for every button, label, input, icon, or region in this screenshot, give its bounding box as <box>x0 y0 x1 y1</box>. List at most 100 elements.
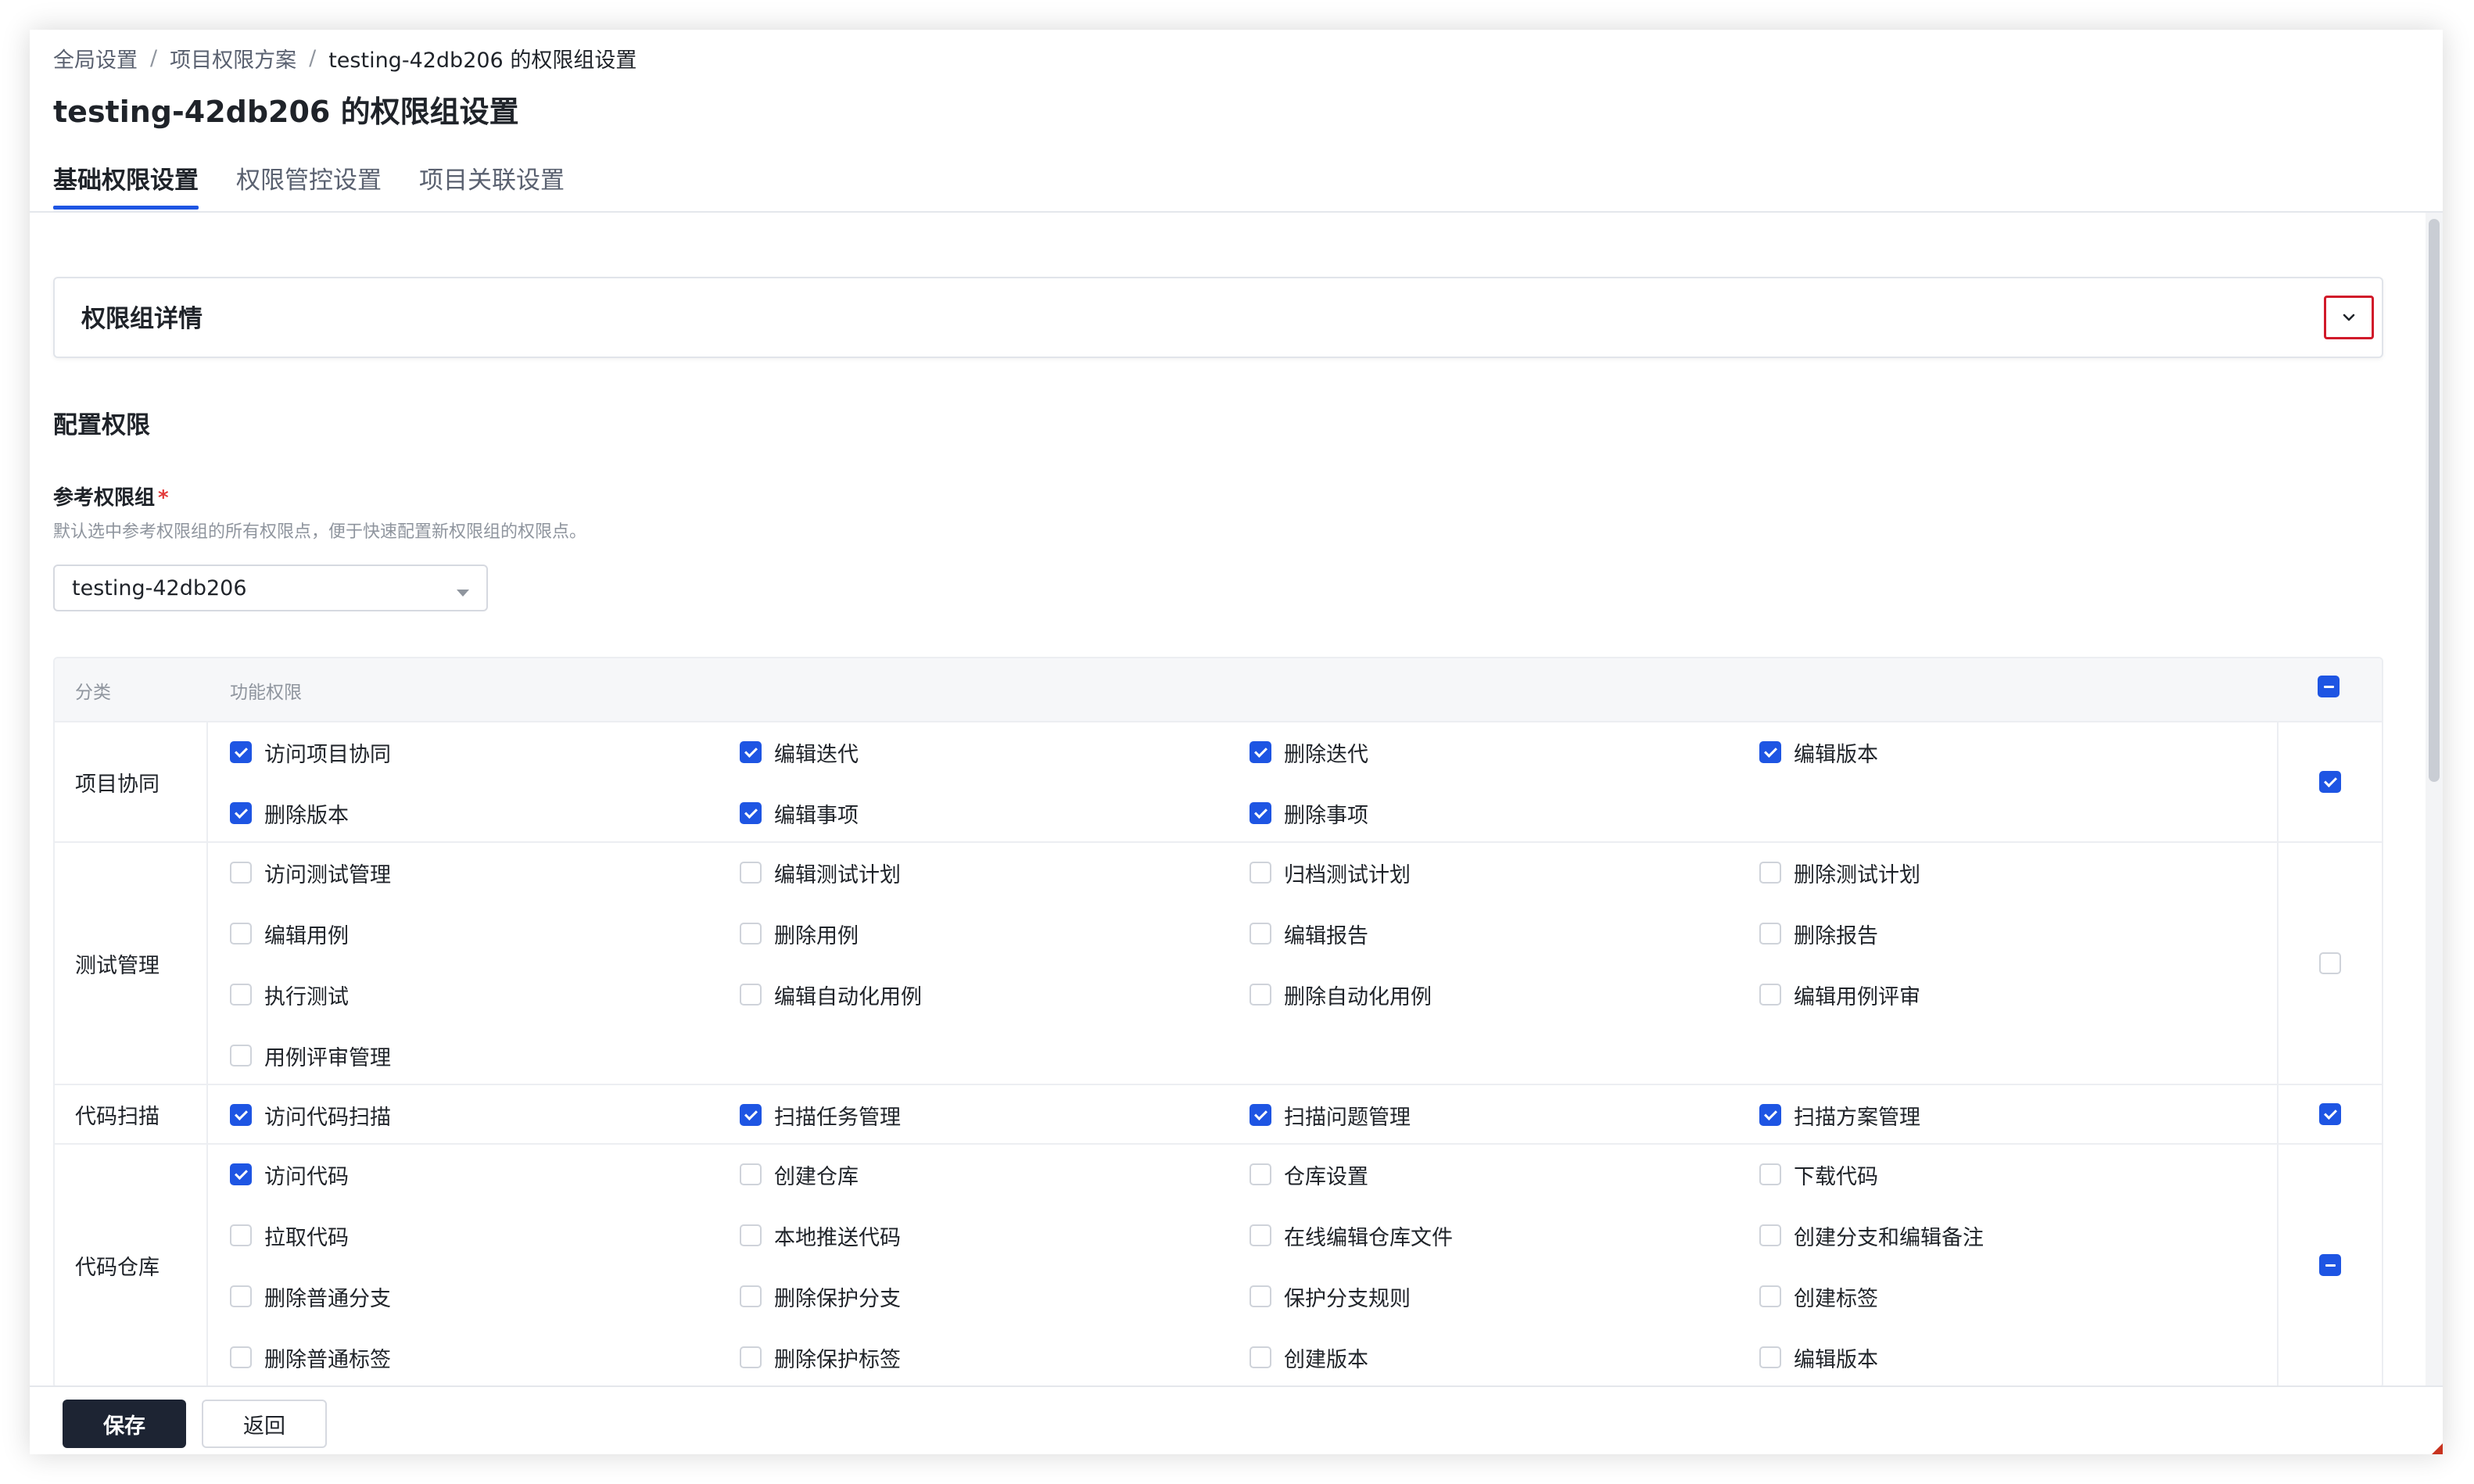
permission-checkbox[interactable]: 访问项目协同 <box>230 737 391 767</box>
checkbox-unchecked <box>230 1285 252 1307</box>
permission-label: 本地推送代码 <box>774 1225 901 1250</box>
permission-label: 删除普通分支 <box>264 1286 391 1311</box>
row-category: 测试管理 <box>55 843 208 1084</box>
checkbox-unchecked <box>230 923 252 945</box>
checkbox-checked <box>230 802 252 824</box>
permission-checkbox[interactable]: 访问代码扫描 <box>230 1100 391 1130</box>
permission-label: 访问代码扫描 <box>264 1105 391 1130</box>
permission-label: 编辑测试计划 <box>774 862 901 887</box>
permission-checkbox[interactable]: 执行测试 <box>230 980 349 1009</box>
permission-checkbox[interactable]: 删除保护标签 <box>740 1342 901 1372</box>
table-header: 分类 功能权限 <box>55 658 2382 722</box>
permission-checkbox[interactable]: 仓库设置 <box>1250 1160 1368 1189</box>
permission-checkbox[interactable]: 删除普通标签 <box>230 1342 391 1372</box>
table-row: 测试管理 访问测试管理 编辑测试计划 归档测试计划 删除测试计划编辑用例 删除用例 编辑报告… <box>55 843 2382 1085</box>
reference-group-value: testing-42db206 <box>72 576 247 600</box>
permission-checkbox[interactable]: 保护分支规则 <box>1250 1281 1411 1311</box>
tab-permission-control[interactable]: 权限管控设置 <box>236 161 382 210</box>
permission-checkbox[interactable]: 编辑迭代 <box>740 737 859 767</box>
permission-label: 创建仓库 <box>774 1164 859 1189</box>
permission-label: 仓库设置 <box>1284 1164 1368 1189</box>
checkbox-checked <box>1759 741 1781 763</box>
breadcrumb-current: testing-42db206 的权限组设置 <box>328 48 637 73</box>
row-category: 代码扫描 <box>55 1085 208 1143</box>
required-mark: * <box>158 486 169 510</box>
checkbox-checked <box>230 741 252 763</box>
permission-label: 扫描任务管理 <box>774 1105 901 1130</box>
permission-checkbox[interactable]: 访问代码 <box>230 1160 349 1189</box>
save-button[interactable]: 保存 <box>63 1400 186 1448</box>
permission-checkbox[interactable]: 用例评审管理 <box>230 1041 391 1070</box>
tab-project-association[interactable]: 项目关联设置 <box>419 161 565 210</box>
row-select-all-checkbox[interactable] <box>2277 1145 2382 1385</box>
permission-checkbox[interactable]: 归档测试计划 <box>1250 858 1411 887</box>
vertical-scrollbar[interactable] <box>2426 213 2443 1414</box>
permission-checkbox[interactable]: 创建标签 <box>1759 1281 1878 1311</box>
breadcrumb-global-settings[interactable]: 全局设置 <box>53 43 138 73</box>
permission-checkbox[interactable]: 创建版本 <box>1250 1342 1368 1372</box>
checkbox-unchecked <box>1759 1163 1781 1185</box>
select-all-checkbox[interactable] <box>2318 676 2340 697</box>
permission-checkbox[interactable]: 删除自动化用例 <box>1250 980 1432 1009</box>
permission-checkbox[interactable]: 编辑测试计划 <box>740 858 901 887</box>
permission-label: 扫描方案管理 <box>1794 1105 1920 1130</box>
permission-checkbox[interactable]: 编辑版本 <box>1759 1342 1878 1372</box>
permission-checkbox[interactable]: 删除测试计划 <box>1759 858 1920 887</box>
breadcrumb-separator: / <box>309 45 317 70</box>
checkbox-unchecked <box>740 1163 762 1185</box>
checkbox-unchecked <box>1250 862 1271 884</box>
permission-label: 创建标签 <box>1794 1286 1878 1311</box>
reference-group-label: 参考权限组 * <box>53 482 169 511</box>
permission-checkbox[interactable]: 扫描任务管理 <box>740 1100 901 1130</box>
permission-label: 在线编辑仓库文件 <box>1284 1225 1453 1250</box>
row-select-all-checkbox[interactable] <box>2277 1085 2382 1143</box>
permission-checkbox[interactable]: 编辑报告 <box>1250 919 1368 948</box>
checkbox-unchecked <box>740 1285 762 1307</box>
checkbox-unchecked <box>230 862 252 884</box>
permission-label: 编辑版本 <box>1794 1347 1878 1372</box>
permission-label: 保护分支规则 <box>1284 1286 1411 1311</box>
permission-checkbox[interactable]: 编辑用例评审 <box>1759 980 1920 1009</box>
scrollbar-thumb[interactable] <box>2429 219 2440 782</box>
permission-label: 拉取代码 <box>264 1225 349 1250</box>
permission-checkbox[interactable]: 编辑版本 <box>1759 737 1878 767</box>
permission-checkbox[interactable]: 删除版本 <box>230 798 349 828</box>
permission-label: 删除测试计划 <box>1794 862 1920 887</box>
expand-details-button[interactable] <box>2324 296 2374 339</box>
permission-checkbox[interactable]: 扫描问题管理 <box>1250 1100 1411 1130</box>
permission-checkbox[interactable]: 访问测试管理 <box>230 858 391 887</box>
checkbox-unchecked <box>230 984 252 1005</box>
permission-checkbox[interactable]: 扫描方案管理 <box>1759 1100 1920 1130</box>
column-header-category: 分类 <box>75 683 111 703</box>
permission-checkbox[interactable]: 本地推送代码 <box>740 1221 901 1250</box>
reference-group-select[interactable]: testing-42db206 <box>53 565 488 611</box>
permission-checkbox[interactable]: 删除普通分支 <box>230 1281 391 1311</box>
permission-checkbox[interactable]: 删除保护分支 <box>740 1281 901 1311</box>
permission-checkbox[interactable]: 删除报告 <box>1759 919 1878 948</box>
permission-checkbox[interactable]: 创建分支和编辑备注 <box>1759 1221 1984 1250</box>
back-button[interactable]: 返回 <box>202 1400 327 1448</box>
permission-checkbox[interactable]: 创建仓库 <box>740 1160 859 1189</box>
permission-checkbox[interactable]: 删除迭代 <box>1250 737 1368 767</box>
permission-label: 删除自动化用例 <box>1284 984 1432 1009</box>
permission-checkbox[interactable]: 删除事项 <box>1250 798 1368 828</box>
permission-checkbox[interactable]: 编辑用例 <box>230 919 349 948</box>
permission-checkbox[interactable]: 拉取代码 <box>230 1221 349 1250</box>
permission-checkbox[interactable]: 编辑自动化用例 <box>740 980 922 1009</box>
row-select-all-checkbox[interactable] <box>2277 843 2382 1084</box>
permission-checkbox[interactable]: 编辑事项 <box>740 798 859 828</box>
permission-checkbox[interactable]: 删除用例 <box>740 919 859 948</box>
row-select-all-checkbox[interactable] <box>2277 722 2382 841</box>
chevron-down-icon <box>2343 314 2355 321</box>
checkbox-unchecked <box>1250 1224 1271 1246</box>
permission-table: 分类 功能权限 项目协同 访问项目协同 编辑迭代 删除迭代 编辑版本 删除版本 编辑事项 删除… <box>53 657 2383 1389</box>
checkbox-unchecked <box>230 1045 252 1066</box>
breadcrumb-permission-schemes[interactable]: 项目权限方案 <box>170 43 296 73</box>
row-select-all-box <box>2319 1254 2341 1276</box>
permission-checkbox[interactable]: 在线编辑仓库文件 <box>1250 1221 1453 1250</box>
permission-label: 编辑版本 <box>1794 742 1878 767</box>
checkbox-unchecked <box>740 1346 762 1368</box>
checkbox-unchecked <box>1759 1346 1781 1368</box>
tab-basic-permissions[interactable]: 基础权限设置 <box>53 161 199 210</box>
permission-checkbox[interactable]: 下载代码 <box>1759 1160 1878 1189</box>
